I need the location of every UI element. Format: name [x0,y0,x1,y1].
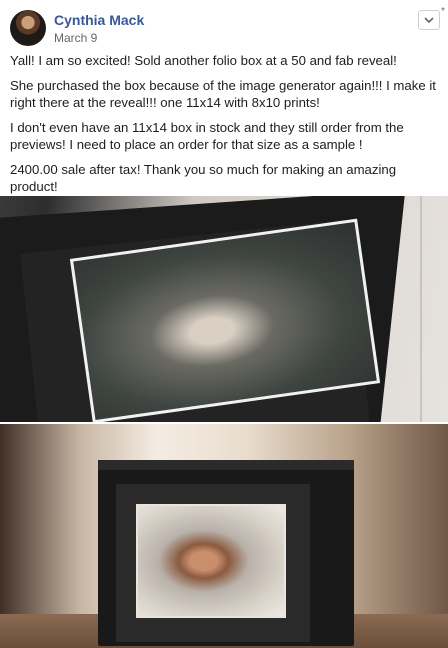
menu-indicator-icon: * [441,6,445,17]
post-options-button[interactable] [418,10,440,30]
chevron-down-icon [424,17,434,24]
display-box-top [98,460,354,470]
author-avatar[interactable] [10,10,46,46]
author-name[interactable]: Cynthia Mack [54,12,144,28]
post-paragraph: Yall! I am so excited! Sold another foli… [10,53,397,68]
post-body: Yall! I am so excited! Sold another foli… [10,52,438,203]
post-photo-folio-box-open[interactable] [0,196,448,422]
post-photo-folio-box-display[interactable] [0,424,448,648]
post-paragraph: 2400.00 sale after tax! Thank you so muc… [10,162,397,194]
post-paragraph: She purchased the box because of the ima… [10,78,436,110]
post-date[interactable]: March 9 [54,31,97,45]
facebook-post: Cynthia Mack March 9 * Yall! I am so exc… [0,0,448,648]
post-header: Cynthia Mack March 9 * [0,0,448,50]
portrait-print [136,504,286,618]
post-paragraph: I don't even have an 11x14 box in stock … [10,120,404,152]
floor-plank [420,196,422,422]
